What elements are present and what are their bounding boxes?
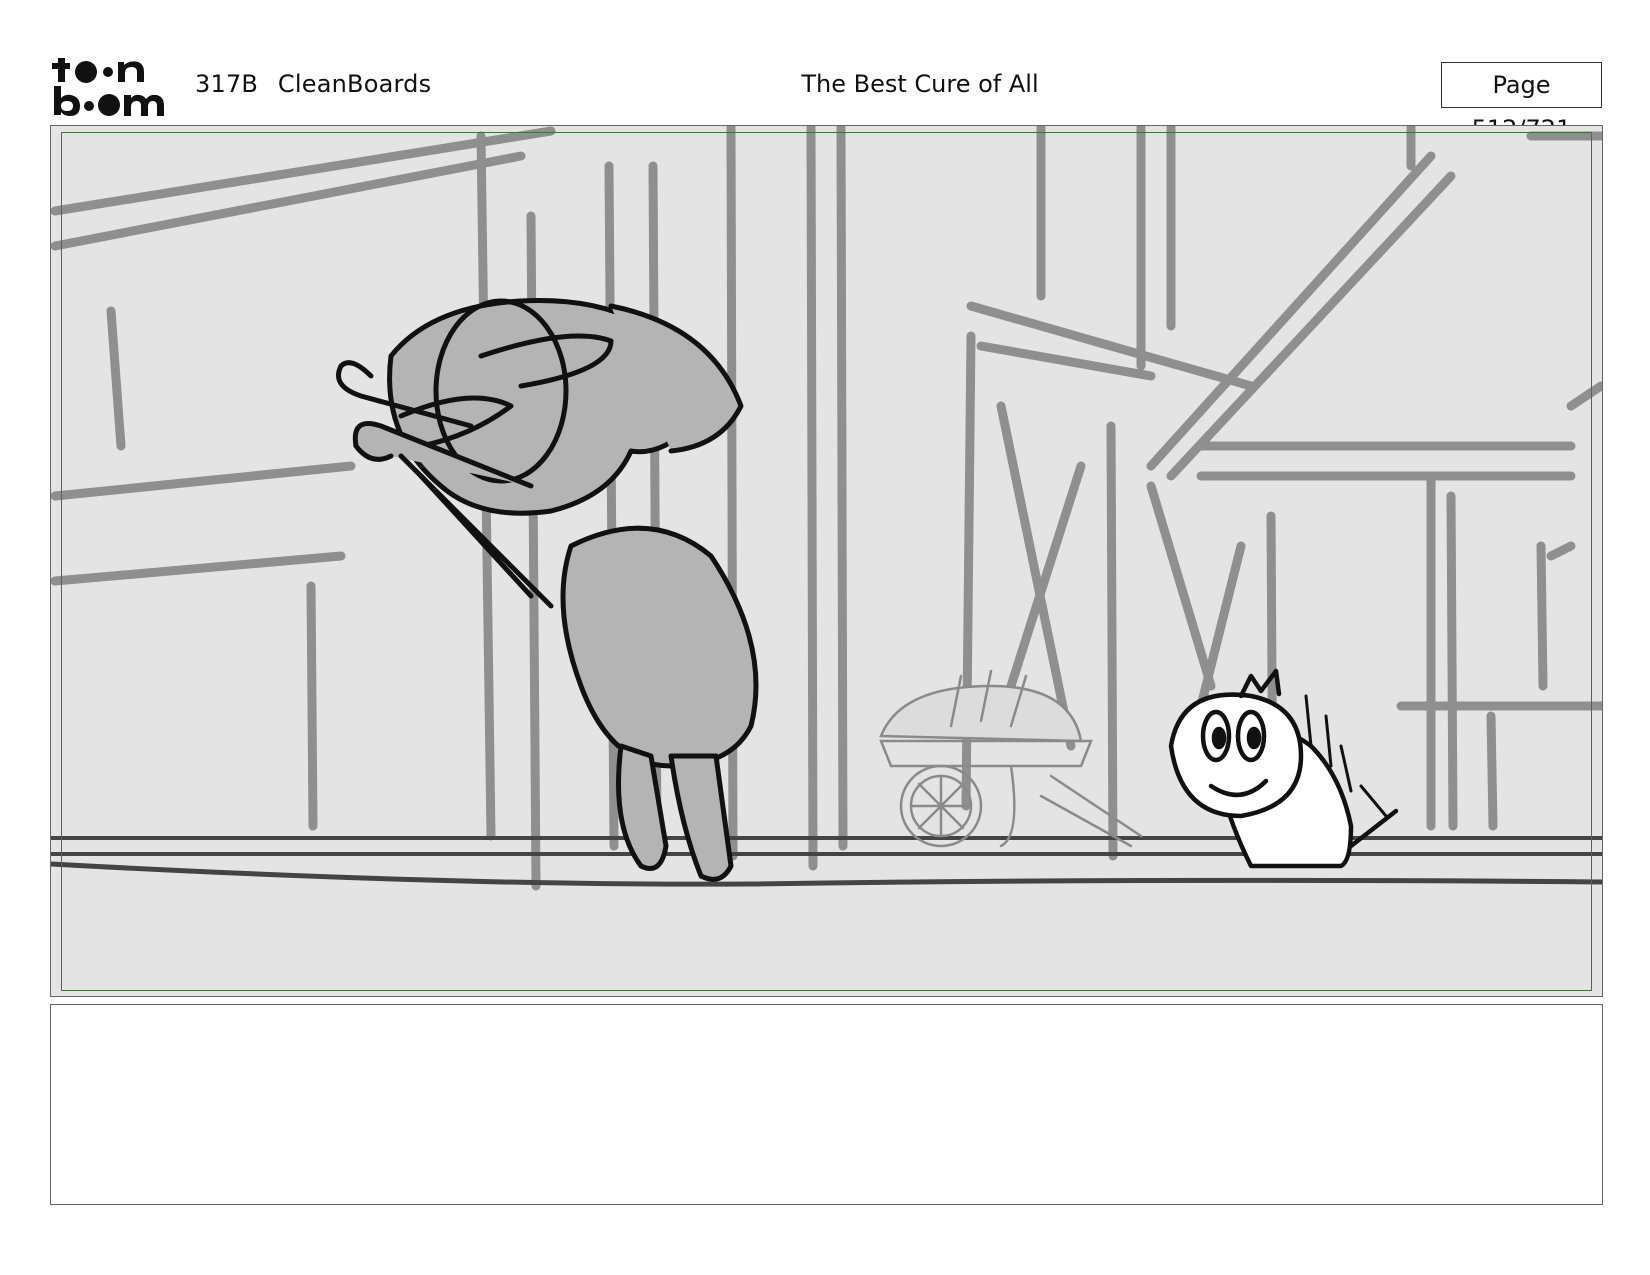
storyboard-panel [50,125,1603,997]
episode-title: The Best Cure of All [801,70,1039,98]
caption-box[interactable] [50,1004,1603,1205]
page-indicator: Page 512/721 [1441,62,1602,143]
storyboard-sketch [51,126,1602,891]
